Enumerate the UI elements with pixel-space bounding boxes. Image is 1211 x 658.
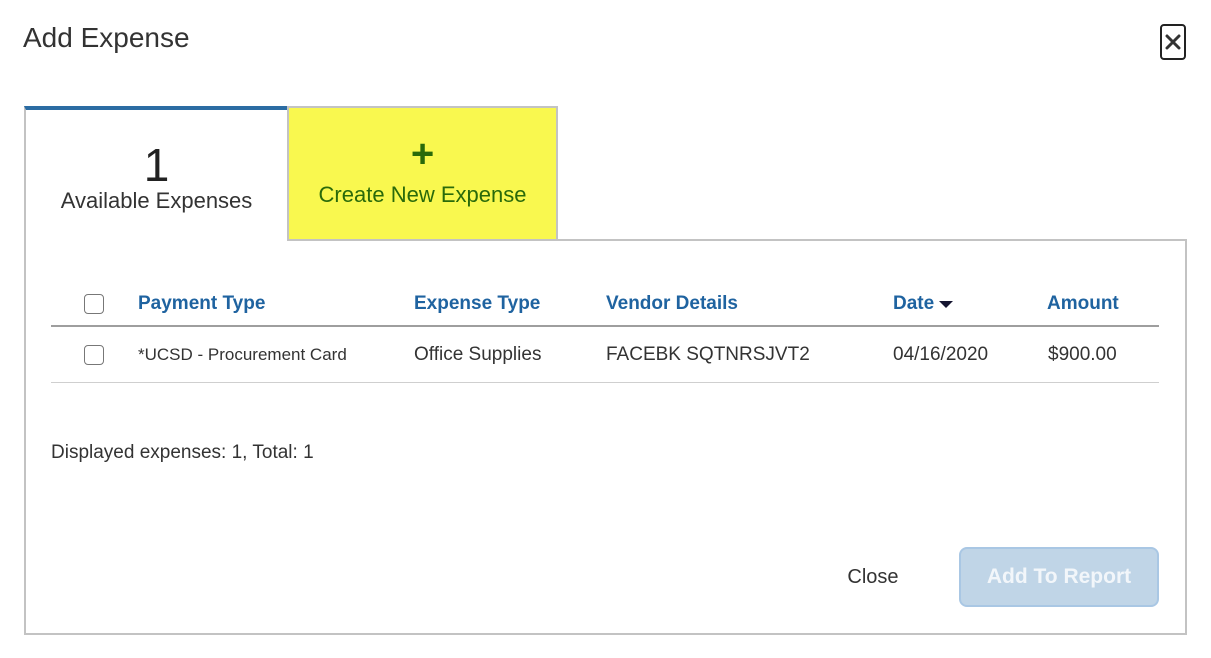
- cell-payment-type: *UCSD - Procurement Card: [138, 344, 347, 364]
- table-header-row: Payment Type Expense Type Vendor Details…: [51, 282, 1159, 327]
- expenses-table: Payment Type Expense Type Vendor Details…: [51, 282, 1159, 383]
- create-new-expense-label: Create New Expense: [318, 182, 527, 207]
- column-header-vendor-details[interactable]: Vendor Details: [606, 282, 738, 325]
- close-dialog-button[interactable]: [1160, 24, 1186, 60]
- column-header-expense-type[interactable]: Expense Type: [414, 282, 540, 325]
- close-x-icon: [1165, 34, 1181, 50]
- tab-create-new-expense[interactable]: + Create New Expense: [287, 106, 558, 241]
- expenses-summary: Displayed expenses: 1, Total: 1: [51, 442, 314, 463]
- column-header-date[interactable]: Date: [893, 282, 954, 325]
- table-row[interactable]: *UCSD - Procurement Card Office Supplies…: [51, 327, 1159, 383]
- column-header-amount[interactable]: Amount: [1047, 282, 1119, 325]
- tab-available-expenses[interactable]: 1 Available Expenses: [24, 106, 287, 242]
- cell-amount: $900.00: [1048, 343, 1117, 365]
- select-all-checkbox[interactable]: [84, 293, 104, 314]
- plus-icon: +: [410, 132, 435, 176]
- sort-descending-icon: [939, 301, 954, 308]
- cell-expense-type: Office Supplies: [414, 343, 542, 365]
- column-header-payment-type[interactable]: Payment Type: [138, 282, 265, 325]
- cell-date: 04/16/2020: [893, 343, 989, 365]
- column-header-date-label: Date: [893, 292, 935, 314]
- dialog-title: Add Expense: [23, 22, 190, 53]
- add-to-report-button[interactable]: Add To Report: [959, 547, 1159, 607]
- close-button[interactable]: Close: [830, 560, 916, 594]
- cell-vendor-details: FACEBK SQTNRSJVT2: [606, 343, 810, 365]
- row-checkbox[interactable]: [84, 344, 104, 365]
- available-expenses-label: Available Expenses: [60, 188, 253, 213]
- available-expenses-count: 1: [143, 139, 170, 191]
